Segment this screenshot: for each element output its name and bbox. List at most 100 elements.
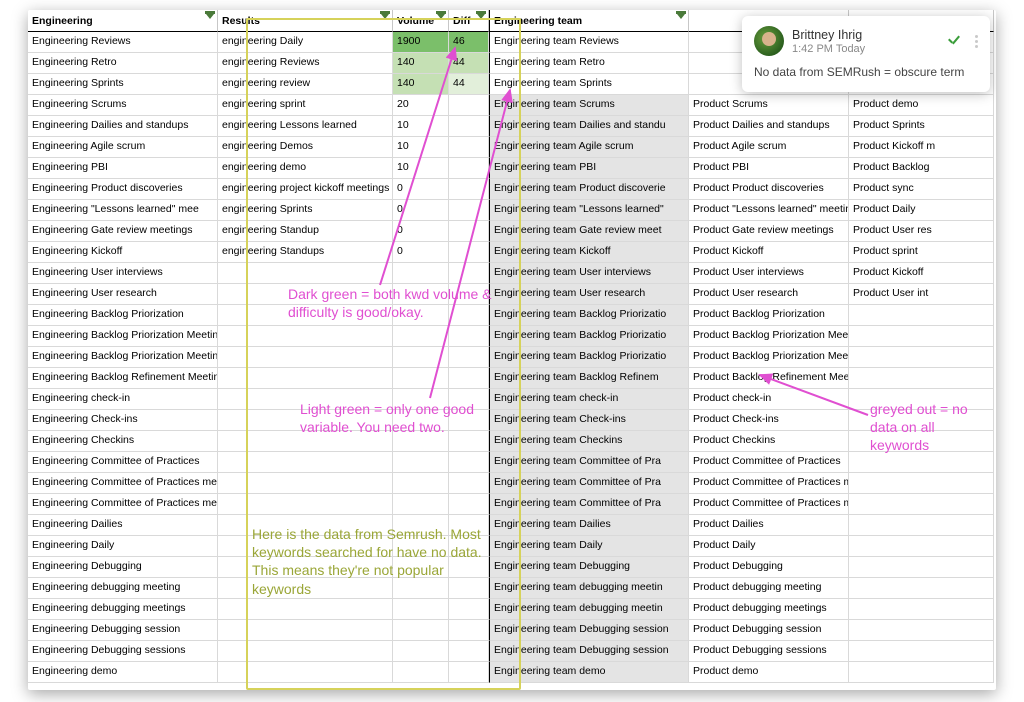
column-header[interactable]: Volume [393,10,449,32]
cell[interactable]: Engineering team Backlog Priorizatio [489,347,689,368]
cell[interactable] [218,368,393,389]
cell[interactable] [449,515,489,536]
cell[interactable]: Product User int [849,284,994,305]
cell[interactable]: Engineering team Debugging session [489,641,689,662]
cell[interactable] [218,515,393,536]
cell[interactable] [849,620,994,641]
cell[interactable]: 46 [449,32,489,53]
cell[interactable] [449,179,489,200]
cell[interactable]: Product sprint [849,242,994,263]
cell[interactable] [218,536,393,557]
cell[interactable]: Product debugging meetings [689,599,849,620]
cell[interactable] [218,410,393,431]
cell[interactable]: Product Agile scrum [689,137,849,158]
cell[interactable]: Engineering team Dailies [489,515,689,536]
cell[interactable]: Product Dailies and standups [689,116,849,137]
cell[interactable] [393,473,449,494]
column-header[interactable]: Engineering [28,10,218,32]
cell[interactable] [218,557,393,578]
cell[interactable]: Product User research [689,284,849,305]
cell[interactable] [393,620,449,641]
cell[interactable]: Engineering team Scrums [489,95,689,116]
cell[interactable]: Product Daily [689,536,849,557]
cell[interactable] [218,578,393,599]
cell[interactable]: Product Scrums [689,95,849,116]
cell[interactable]: Engineering demo [28,662,218,683]
cell[interactable]: Product PBI [689,158,849,179]
cell[interactable]: engineering review [218,74,393,95]
cell[interactable] [849,452,994,473]
cell[interactable]: Engineering Sprints [28,74,218,95]
cell[interactable] [849,536,994,557]
cell[interactable]: engineering sprint [218,95,393,116]
cell[interactable]: Engineering Reviews [28,32,218,53]
filter-icon[interactable] [206,14,214,19]
cell[interactable] [218,263,393,284]
cell[interactable]: Product debugging meeting [689,578,849,599]
cell[interactable]: Product Committee of Practices meeting [689,473,849,494]
cell[interactable] [449,662,489,683]
cell[interactable] [393,326,449,347]
cell[interactable]: Engineering team demo [489,662,689,683]
cell[interactable]: Engineering team Committee of Pra [489,494,689,515]
cell[interactable]: Product Product discoveries [689,179,849,200]
cell[interactable]: Engineering Kickoff [28,242,218,263]
cell[interactable]: Product Sprints [849,116,994,137]
cell[interactable] [393,536,449,557]
cell[interactable]: Engineering Backlog Priorization Meeting… [28,347,218,368]
cell[interactable] [449,431,489,452]
cell[interactable]: Engineering Gate review meetings [28,221,218,242]
cell[interactable]: engineering Standup [218,221,393,242]
cell[interactable]: Product "Lessons learned" meeting [689,200,849,221]
cell[interactable]: Product sync [849,179,994,200]
cell[interactable] [849,515,994,536]
cell[interactable]: Product Gate review meetings [689,221,849,242]
cell[interactable]: Engineering Daily [28,536,218,557]
cell[interactable] [449,536,489,557]
cell[interactable]: Product Kickoff m [849,137,994,158]
cell[interactable]: engineering project kickoff meetings [218,179,393,200]
cell[interactable]: Engineering Committee of Practices meeti… [28,494,218,515]
cell[interactable] [218,620,393,641]
cell[interactable]: Engineering team Check-ins [489,410,689,431]
cell[interactable] [218,599,393,620]
cell[interactable] [218,326,393,347]
cell[interactable]: Engineering Scrums [28,95,218,116]
cell[interactable]: Engineering Backlog Refinement Meeting [28,368,218,389]
cell[interactable] [849,389,994,410]
cell[interactable] [393,662,449,683]
cell[interactable] [449,389,489,410]
cell[interactable] [393,431,449,452]
cell[interactable] [849,347,994,368]
cell[interactable]: Engineering Check-ins [28,410,218,431]
cell[interactable] [393,515,449,536]
cell[interactable]: Engineering team User research [489,284,689,305]
more-menu-icon[interactable] [975,35,978,48]
cell[interactable]: engineering Daily [218,32,393,53]
cell[interactable]: Engineering team "Lessons learned" [489,200,689,221]
cell[interactable] [218,305,393,326]
cell[interactable]: Engineering Dailies and standups [28,116,218,137]
cell[interactable]: Engineering team Gate review meet [489,221,689,242]
cell[interactable] [449,116,489,137]
cell[interactable] [393,578,449,599]
cell[interactable] [393,599,449,620]
cell[interactable]: 44 [449,53,489,74]
cell[interactable]: 10 [393,158,449,179]
cell[interactable]: Engineering team Committee of Pra [489,452,689,473]
column-header[interactable]: Results [218,10,393,32]
cell[interactable] [449,242,489,263]
cell[interactable]: Product Debugging sessions [689,641,849,662]
cell[interactable] [449,347,489,368]
cell[interactable]: Engineering PBI [28,158,218,179]
cell[interactable]: Engineering team Reviews [489,32,689,53]
cell[interactable]: Product check-in [689,389,849,410]
cell[interactable]: Engineering team Product discoverie [489,179,689,200]
cell[interactable]: Product Committee of Practices meetings [689,494,849,515]
cell[interactable] [218,431,393,452]
cell[interactable]: Engineering User interviews [28,263,218,284]
filter-icon[interactable] [381,14,389,19]
cell[interactable]: Engineering team Retro [489,53,689,74]
cell[interactable]: 10 [393,116,449,137]
cell[interactable] [849,599,994,620]
